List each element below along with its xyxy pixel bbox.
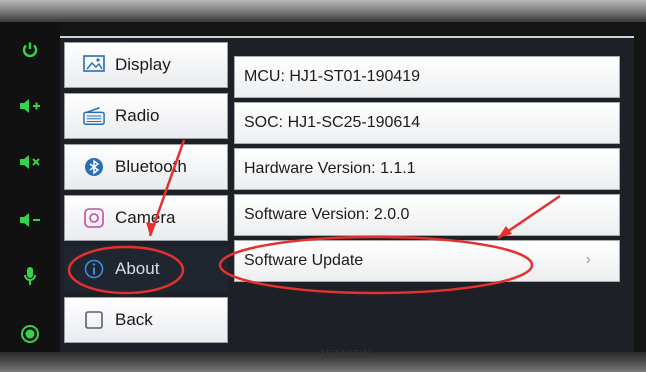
soc-version-row: SOC: HJ1-SC25-190614 [234,102,620,144]
menu-item-about[interactable]: About [64,246,228,292]
microphone-icon[interactable] [18,264,42,288]
display-icon [83,55,105,75]
bluetooth-icon [83,157,105,177]
screen: Display Radio Bluetooth Camera About Bac… [60,36,634,354]
menu-item-bluetooth[interactable]: Bluetooth [64,144,228,190]
home-icon[interactable] [18,322,42,346]
menu-item-display[interactable]: Display [64,42,228,88]
menu-item-label: Bluetooth [115,157,187,176]
menu-item-label: About [115,259,160,278]
software-update-button[interactable]: Software Update › [234,240,620,282]
volume-down-icon[interactable] [18,208,42,232]
menu-item-label: Display [115,55,171,74]
soc-version: SOC: HJ1-SC25-190614 [244,114,421,131]
menu-item-radio[interactable]: Radio [64,93,228,139]
hardware-version-row: Hardware Version: 1.1.1 [234,148,620,190]
software-version: Software Version: 2.0.0 [244,206,410,223]
info-icon [83,259,105,279]
mcu-version-row: MCU: HJ1-ST01-190419 [234,56,620,98]
software-update-label: Software Update [244,252,364,269]
menu-item-label: Back [115,310,153,329]
menu-item-back[interactable]: Back [64,297,228,343]
settings-menu: Display Radio Bluetooth Camera About Bac… [64,42,228,344]
mute-icon[interactable] [18,150,42,174]
menu-item-label: Camera [115,208,176,227]
about-panel: MCU: HJ1-ST01-190419 SOC: HJ1-SC25-19061… [234,42,620,344]
camera-icon [83,208,105,228]
menu-item-label: Radio [115,106,160,125]
menu-item-camera[interactable]: Camera [64,195,228,241]
power-icon[interactable] [18,38,42,62]
hardware-version: Hardware Version: 1.1.1 [244,160,416,177]
software-version-row: Software Version: 2.0.0 [234,194,620,236]
chevron-right-icon: › [585,251,591,268]
volume-up-icon[interactable] [18,94,42,118]
hardware-keys [0,22,60,352]
device-frame-top [0,0,646,22]
radio-icon [83,106,105,126]
brand-logo: JENSEN [320,348,374,361]
mcu-version: MCU: HJ1-ST01-190419 [244,68,421,85]
checkbox-icon [83,310,105,330]
